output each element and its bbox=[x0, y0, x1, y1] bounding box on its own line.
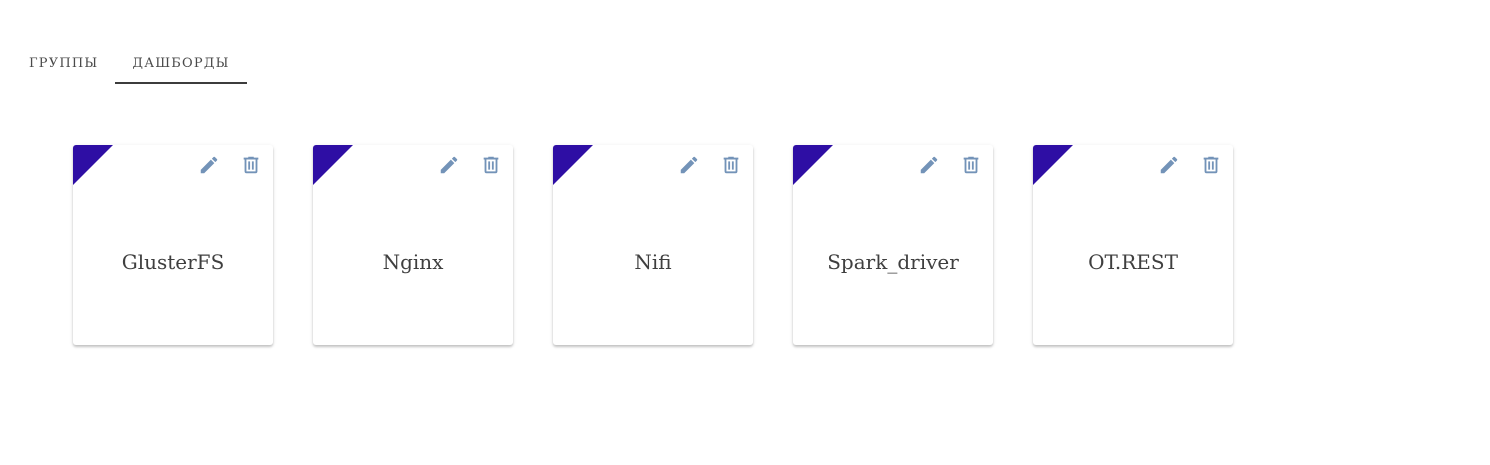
trash-icon bbox=[723, 156, 739, 174]
card-corner-accent bbox=[553, 145, 593, 185]
dashboard-card-glusterfs[interactable]: GlusterFS bbox=[73, 145, 273, 345]
card-actions bbox=[179, 153, 263, 177]
card-title: Spark_driver bbox=[827, 250, 959, 274]
trash-icon bbox=[243, 156, 259, 174]
card-actions bbox=[659, 153, 743, 177]
tab-bar: ГРУППЫ ДАШБОРДЫ bbox=[12, 42, 247, 84]
edit-button[interactable] bbox=[437, 153, 461, 177]
dashboard-card-nginx[interactable]: Nginx bbox=[313, 145, 513, 345]
card-corner-accent bbox=[73, 145, 113, 185]
delete-button[interactable] bbox=[239, 153, 263, 177]
card-corner-accent bbox=[793, 145, 833, 185]
tab-groups[interactable]: ГРУППЫ bbox=[12, 42, 115, 84]
card-corner-accent bbox=[1033, 145, 1073, 185]
card-actions bbox=[1139, 153, 1223, 177]
pencil-icon bbox=[680, 156, 698, 174]
card-actions bbox=[899, 153, 983, 177]
dashboard-cards: GlusterFS Nginx Nifi Spark_driver OT.RES… bbox=[73, 145, 1273, 345]
card-title: OT.REST bbox=[1088, 250, 1178, 274]
card-title: Nginx bbox=[382, 250, 444, 274]
dashboard-card-spark-driver[interactable]: Spark_driver bbox=[793, 145, 993, 345]
card-title: Nifi bbox=[634, 250, 672, 274]
card-corner-accent bbox=[313, 145, 353, 185]
edit-button[interactable] bbox=[1157, 153, 1181, 177]
pencil-icon bbox=[440, 156, 458, 174]
dashboard-card-ot-rest[interactable]: OT.REST bbox=[1033, 145, 1233, 345]
edit-button[interactable] bbox=[677, 153, 701, 177]
tab-dashboards[interactable]: ДАШБОРДЫ bbox=[115, 42, 247, 84]
edit-button[interactable] bbox=[197, 153, 221, 177]
edit-button[interactable] bbox=[917, 153, 941, 177]
trash-icon bbox=[483, 156, 499, 174]
delete-button[interactable] bbox=[479, 153, 503, 177]
delete-button[interactable] bbox=[719, 153, 743, 177]
card-actions bbox=[419, 153, 503, 177]
delete-button[interactable] bbox=[959, 153, 983, 177]
trash-icon bbox=[963, 156, 979, 174]
trash-icon bbox=[1203, 156, 1219, 174]
pencil-icon bbox=[920, 156, 938, 174]
delete-button[interactable] bbox=[1199, 153, 1223, 177]
pencil-icon bbox=[1160, 156, 1178, 174]
card-title: GlusterFS bbox=[121, 250, 225, 274]
dashboard-card-nifi[interactable]: Nifi bbox=[553, 145, 753, 345]
pencil-icon bbox=[200, 156, 218, 174]
